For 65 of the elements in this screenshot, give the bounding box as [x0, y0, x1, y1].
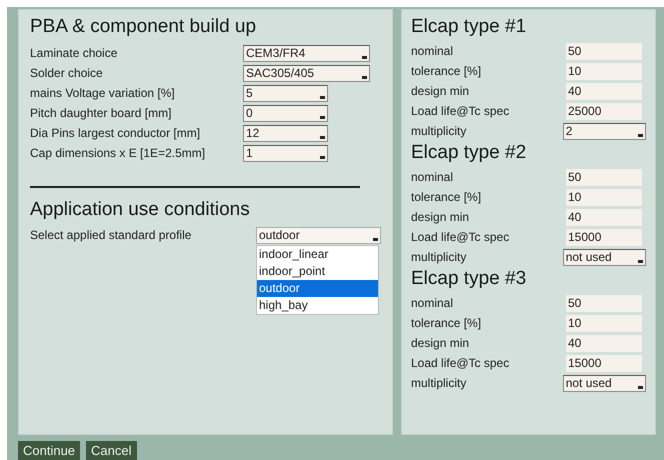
input-field[interactable]: 10	[566, 62, 642, 80]
section-title: PBA & component build up	[30, 15, 258, 39]
field-label: Laminate choice	[30, 45, 118, 62]
field-label: mains Voltage variation [%]	[30, 85, 176, 102]
section-title: Elcap type #3	[411, 267, 528, 291]
caret-icon	[638, 134, 643, 136]
input-field[interactable]: 25000	[566, 102, 642, 120]
input-field[interactable]: 10	[566, 188, 642, 206]
input-field[interactable]: 10	[566, 314, 642, 332]
dropdown-option[interactable]: indoor_linear	[257, 246, 378, 262]
dropdown-option[interactable]: high_bay	[257, 296, 378, 314]
input-field[interactable]: 15000	[566, 354, 642, 372]
field-label: Load life@Tc spec	[411, 229, 510, 246]
field-label: tolerance [%]	[411, 63, 482, 80]
section-title: Elcap type #2	[411, 141, 528, 165]
caret-icon	[638, 260, 643, 262]
dropdown[interactable]: CEM3/FR4	[243, 44, 370, 62]
field-label: tolerance [%]	[411, 315, 482, 332]
input-field[interactable]: 40	[566, 334, 642, 352]
caret-icon	[373, 238, 378, 240]
caret-icon	[320, 116, 325, 118]
field-label: Load life@Tc spec	[411, 103, 510, 120]
field-label: nominal	[411, 169, 454, 186]
input-field[interactable]: 50	[566, 294, 642, 312]
caret-icon	[320, 136, 325, 138]
caret-icon	[362, 76, 367, 78]
action-button[interactable]: Cancel	[86, 441, 137, 460]
field-label: Load life@Tc spec	[411, 355, 510, 372]
dropdown[interactable]: SAC305/405	[243, 64, 370, 82]
dropdown[interactable]: outdoor	[256, 226, 381, 244]
field-label: Select applied standard profile	[30, 227, 192, 244]
input-field[interactable]: 15000	[566, 228, 642, 246]
dropdown[interactable]: not used	[562, 374, 646, 392]
field-label: nominal	[411, 295, 454, 312]
dropdown[interactable]: 12	[243, 124, 328, 142]
field-label: Pitch daughter board [mm]	[30, 105, 172, 122]
field-label: Dia Pins largest conductor [mm]	[30, 125, 202, 142]
caret-icon	[320, 156, 325, 158]
dropdown-option[interactable]: indoor_point	[257, 262, 378, 280]
input-field[interactable]: 50	[566, 42, 642, 60]
section-title: Application use conditions	[30, 198, 251, 222]
field-label: design min	[411, 209, 470, 226]
field-label: multiplicity	[411, 375, 468, 392]
field-label: multiplicity	[411, 249, 468, 266]
field-label: Cap dimensions x E [1E=2.5mm]	[30, 145, 206, 162]
input-field[interactable]: 50	[566, 168, 642, 186]
dropdown-option[interactable]: outdoor	[257, 280, 378, 296]
action-button[interactable]: Continue	[18, 441, 80, 460]
input-field[interactable]: 40	[566, 208, 642, 226]
dropdown[interactable]: 2	[562, 122, 646, 140]
caret-icon	[362, 56, 367, 58]
dropdown[interactable]: 0	[243, 104, 328, 122]
input-field[interactable]: 40	[566, 82, 642, 100]
section-title: Elcap type #1	[411, 15, 528, 39]
field-label: multiplicity	[411, 123, 468, 140]
dropdown[interactable]: 5	[243, 84, 328, 102]
field-label: design min	[411, 335, 470, 352]
dropdown[interactable]: not used	[562, 248, 646, 266]
caret-icon	[638, 386, 643, 388]
field-label: design min	[411, 83, 470, 100]
field-label: Solder choice	[30, 65, 104, 82]
caret-icon	[320, 96, 325, 98]
dropdown[interactable]: 1	[243, 144, 328, 162]
field-label: tolerance [%]	[411, 189, 482, 206]
field-label: nominal	[411, 43, 454, 60]
